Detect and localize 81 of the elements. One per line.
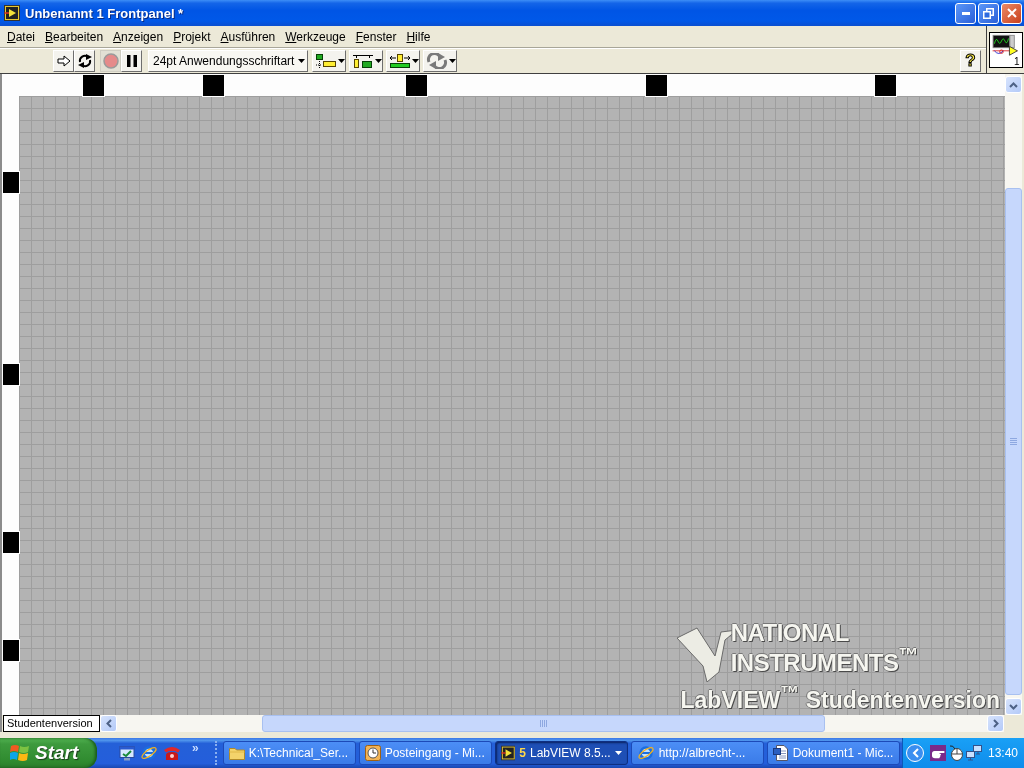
status-label: Studentenversion [3,715,100,732]
scroll-right-button[interactable] [987,715,1004,732]
distribute-dropdown[interactable] [349,49,383,72]
restore-icon [983,7,994,19]
scroll-thumb[interactable] [1005,188,1022,695]
chevron-left-icon [911,748,919,758]
menu-item[interactable]: Werkzeuge [280,27,351,46]
window-count: 5 [519,746,526,760]
stop-icon [102,52,119,69]
caret-icon [375,58,382,63]
minimize-button[interactable] [955,2,976,24]
scroll-left-button[interactable] [100,715,117,732]
circular-arrows-icon [426,52,448,69]
menu-item[interactable]: Fenster [350,27,402,46]
align-dropdown[interactable] [312,49,346,72]
chevron-right-icon [992,719,999,728]
close-icon [1006,8,1017,18]
vi-icon-tile[interactable]: 1 [988,31,1023,68]
right-arrow-icon [56,54,71,67]
menu-item[interactable]: Projekt [168,27,216,46]
caret-icon [338,58,345,63]
network-icon[interactable] [966,745,982,761]
clock-icon [364,745,381,761]
tray-expand-button[interactable] [906,744,924,762]
pause-button[interactable] [121,49,142,72]
folder-icon [228,746,245,760]
chevron-up-icon [1009,81,1018,88]
caret-icon [449,58,456,63]
caret-icon [614,751,622,755]
logo-text: INSTRUMENTS$^{™}$ [730,644,918,675]
resize-dropdown[interactable] [386,49,420,72]
loop-arrows-icon [76,52,93,69]
phone-icon[interactable] [163,744,181,762]
stretched-blocks-icon [389,52,411,69]
window-icon [4,5,20,21]
clock: 13:40 [987,746,1018,760]
more-button[interactable]: » [192,741,199,755]
caret-icon [298,58,306,63]
menu-item[interactable]: Ausführen [215,27,281,46]
help-button[interactable]: ? [960,49,981,72]
document-icon [772,745,789,761]
scroll-down-button[interactable] [1005,698,1022,715]
aligned-blocks-icon [315,52,337,69]
mouse-icon[interactable] [948,745,964,761]
taskbar-button[interactable]: 5 LabVIEW 8.5... [494,741,628,765]
caret-icon [412,58,419,63]
flag-icon [10,744,30,762]
font-dropdown[interactable]: 24pt Anwendungsschriftart [148,49,308,72]
orbit-icon [636,744,655,762]
restore-button[interactable] [978,2,999,24]
run-button[interactable] [53,49,74,72]
orbit-icon[interactable] [140,744,158,762]
logo-text: NATIONAL [730,622,850,645]
taskbar-button[interactable]: http://albrecht-... [630,741,764,765]
pointing-hand-icon[interactable] [930,745,946,761]
run-continuously-button[interactable] [74,49,95,72]
pause-icon [126,54,137,67]
taskbar-button[interactable]: K:\Technical_Ser... [222,741,356,765]
reorder-dropdown[interactable] [423,49,457,72]
edition-text: LabVIEW$^{™}$ Studentenversion [680,681,1000,713]
menu-item[interactable]: Bearbeiten [40,27,109,46]
close-button[interactable] [1001,2,1022,24]
start-button[interactable]: Start [0,738,97,768]
taskbar-button[interactable]: Posteingang - Mi... [358,741,492,765]
oscilloscope-icon [990,33,1019,57]
connector-number: 1 [1013,55,1020,67]
menu-item[interactable]: Hilfe [401,27,436,46]
vertical-scrollbar[interactable] [1005,74,1022,715]
chevron-down-icon [1009,703,1018,710]
desktop-icon[interactable] [119,745,135,761]
window-title: Unbenannt 1 Frontpanel * [25,5,185,21]
horizontal-scrollbar[interactable] [100,715,1004,732]
scroll-thumb[interactable] [262,715,825,732]
scroll-up-button[interactable] [1005,76,1022,93]
spaced-blocks-icon [352,52,374,69]
taskbar-button[interactable]: Dokument1 - Mic... [766,741,900,765]
menu-item[interactable]: Datei [2,27,41,46]
menu-item[interactable]: Anzeigen [108,27,169,46]
program-icon [500,745,516,761]
minimize-icon [961,11,970,15]
chevron-left-icon [105,719,112,728]
